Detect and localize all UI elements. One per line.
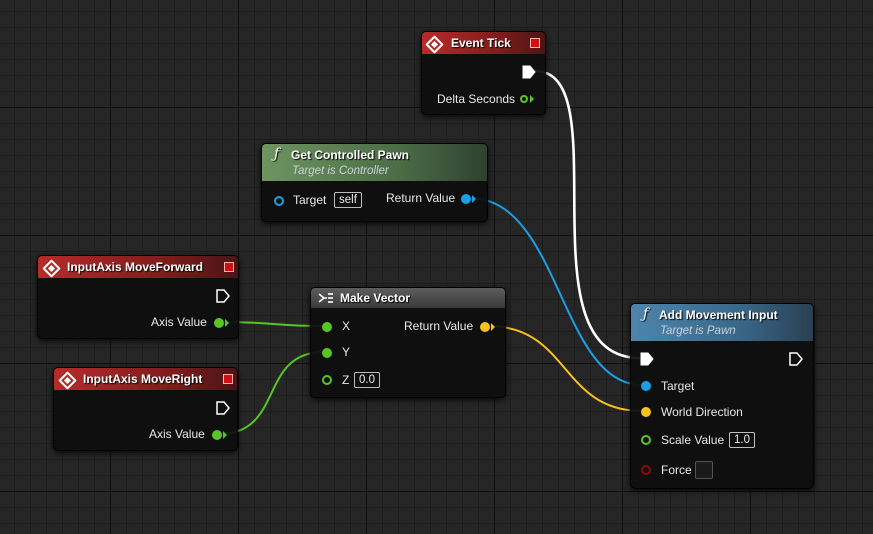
axis-value-arrow-icon bbox=[223, 431, 233, 439]
event-tick-header[interactable]: Event Tick bbox=[422, 32, 545, 54]
return-value-label: Return Value bbox=[404, 319, 474, 333]
force-checkbox[interactable] bbox=[695, 461, 713, 479]
target-self-value[interactable]: self bbox=[334, 192, 362, 208]
inputaxis-moveright-node[interactable]: InputAxis MoveRight Axis Value bbox=[53, 367, 238, 451]
add-movement-input-node[interactable]: ƒ Add Movement Input Target is Pawn Targ… bbox=[630, 303, 814, 489]
return-value-arrow-icon bbox=[491, 323, 501, 331]
axis-value-arrow-icon bbox=[225, 319, 235, 327]
target-label: Target bbox=[661, 379, 695, 393]
x-pin[interactable] bbox=[322, 322, 332, 332]
exec-out-pin[interactable] bbox=[789, 352, 803, 366]
force-label: Force bbox=[661, 463, 692, 477]
make-struct-icon bbox=[318, 293, 333, 303]
inputaxis-moveforward-title: InputAxis MoveForward bbox=[67, 260, 204, 274]
y-label: Y bbox=[342, 345, 351, 359]
get-controlled-pawn-header[interactable]: ƒ Get Controlled Pawn Target is Controll… bbox=[262, 144, 487, 181]
world-direction-label: World Direction bbox=[661, 405, 743, 419]
add-movement-input-subtitle: Target is Pawn bbox=[660, 325, 736, 337]
delete-node-icon[interactable] bbox=[530, 38, 540, 48]
get-controlled-pawn-title: Get Controlled Pawn bbox=[291, 148, 410, 162]
delta-seconds-arrow-icon bbox=[530, 95, 540, 103]
world-direction-pin[interactable] bbox=[641, 407, 651, 417]
event-diamond-icon bbox=[425, 35, 444, 54]
return-value-label: Return Value bbox=[386, 191, 456, 205]
return-value-pin[interactable] bbox=[480, 322, 490, 332]
target-in-pin[interactable] bbox=[274, 196, 284, 206]
event-diamond-icon bbox=[42, 259, 61, 278]
axis-value-pin[interactable] bbox=[212, 430, 222, 440]
delete-node-icon[interactable] bbox=[223, 374, 233, 384]
get-controlled-pawn-subtitle: Target is Controller bbox=[292, 165, 389, 177]
delta-seconds-label: Delta Seconds bbox=[437, 92, 516, 106]
y-pin[interactable] bbox=[322, 348, 332, 358]
make-vector-node[interactable]: Make Vector X Return Value Y Z 0.0 bbox=[310, 287, 506, 398]
x-label: X bbox=[342, 319, 351, 333]
exec-out-pin[interactable] bbox=[216, 289, 230, 303]
event-tick-node[interactable]: Event Tick Delta Seconds bbox=[421, 31, 546, 115]
scale-value-field[interactable]: 1.0 bbox=[729, 432, 755, 448]
add-movement-input-header[interactable]: ƒ Add Movement Input Target is Pawn bbox=[631, 304, 813, 341]
target-pin[interactable] bbox=[641, 381, 651, 391]
wire-tick-exec[interactable] bbox=[534, 69, 641, 360]
inputaxis-moveforward-header[interactable]: InputAxis MoveForward bbox=[38, 256, 238, 278]
axis-value-pin[interactable] bbox=[214, 318, 224, 328]
z-value-field[interactable]: 0.0 bbox=[354, 372, 380, 388]
scale-value-label: Scale Value bbox=[661, 433, 725, 447]
event-tick-title: Event Tick bbox=[451, 36, 511, 50]
z-label: Z bbox=[342, 373, 350, 387]
axis-value-label: Axis Value bbox=[151, 315, 207, 329]
return-value-pin[interactable] bbox=[461, 194, 471, 204]
function-f-icon: ƒ bbox=[643, 306, 649, 322]
z-pin[interactable] bbox=[322, 375, 332, 385]
make-vector-header[interactable]: Make Vector bbox=[311, 288, 505, 308]
inputaxis-moveright-header[interactable]: InputAxis MoveRight bbox=[54, 368, 237, 390]
inputaxis-moveforward-node[interactable]: InputAxis MoveForward Axis Value bbox=[37, 255, 239, 339]
exec-out-pin[interactable] bbox=[522, 65, 536, 79]
get-controlled-pawn-node[interactable]: ƒ Get Controlled Pawn Target is Controll… bbox=[261, 143, 488, 222]
delta-seconds-pin[interactable] bbox=[520, 95, 528, 103]
make-vector-title: Make Vector bbox=[340, 291, 411, 305]
target-label: Target bbox=[293, 193, 327, 207]
force-pin[interactable] bbox=[641, 465, 651, 475]
event-diamond-icon bbox=[58, 371, 77, 390]
scale-value-pin[interactable] bbox=[641, 435, 651, 445]
exec-in-pin[interactable] bbox=[640, 352, 654, 366]
axis-value-label: Axis Value bbox=[149, 427, 205, 441]
delete-node-icon[interactable] bbox=[224, 262, 234, 272]
return-value-arrow-icon bbox=[472, 195, 482, 203]
exec-out-pin[interactable] bbox=[216, 401, 230, 415]
inputaxis-moveright-title: InputAxis MoveRight bbox=[83, 372, 203, 386]
add-movement-input-title: Add Movement Input bbox=[659, 308, 778, 322]
function-f-icon: ƒ bbox=[274, 146, 280, 162]
wire-vector-direction[interactable] bbox=[487, 325, 643, 412]
